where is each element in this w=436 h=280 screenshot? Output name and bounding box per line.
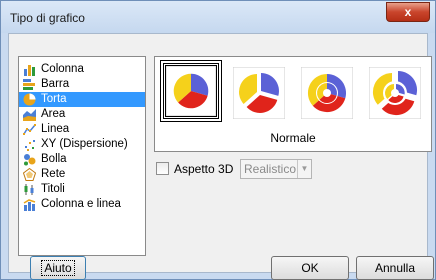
chart-type-list[interactable]: Colonna Barra Torta Area Linea XY (Dispe… (18, 56, 146, 256)
chart-type-label: Linea (41, 123, 70, 135)
chart-type-label: Titoli (41, 183, 65, 195)
chart-type-label: Colonna (41, 63, 84, 75)
chart-type-item-barra[interactable]: Barra (19, 77, 145, 92)
chart-type-label: XY (Dispersione) (41, 138, 128, 150)
chart-type-label: Area (41, 108, 66, 120)
area-chart-icon (23, 109, 36, 121)
chart-type-item-linea[interactable]: Linea (19, 122, 145, 137)
net-chart-icon (23, 168, 36, 181)
bubble-chart-icon (24, 154, 36, 166)
bar-chart-icon (23, 79, 35, 90)
pie-chart-icon (23, 93, 36, 106)
dialog-body: Colonna Barra Torta Area Linea XY (Dispe… (8, 33, 434, 280)
variant-name-label: Normale (270, 131, 316, 145)
chevron-down-icon[interactable]: ▼ (297, 160, 311, 178)
aspect-3d-label: Aspetto 3D (174, 162, 234, 176)
chart-type-label: Colonna e linea (41, 198, 121, 210)
chart-type-item-titoli[interactable]: Titoli (19, 182, 145, 197)
3d-look-value: Realistico (244, 162, 297, 176)
chart-type-item-rete[interactable]: Rete (19, 167, 145, 182)
chart-variant-panel: Normale (154, 56, 432, 152)
normal-pie-icon (165, 65, 217, 117)
cancel-button[interactable]: Annulla (356, 256, 434, 280)
chart-type-item-xy[interactable]: XY (Dispersione) (19, 137, 145, 152)
chart-type-item-colonna[interactable]: Colonna (19, 62, 145, 77)
chart-type-item-torta[interactable]: Torta (19, 92, 145, 107)
help-button-label: Aiuto (41, 260, 75, 276)
chart-type-label: Torta (41, 93, 67, 105)
exploded-pie-icon (232, 66, 286, 120)
chart-type-label: Rete (41, 168, 66, 180)
title-bar[interactable]: Tipo di grafico x (1, 1, 435, 33)
close-button[interactable]: x (386, 2, 430, 22)
variant-donut[interactable] (300, 66, 354, 120)
chart-type-label: Bolla (41, 153, 67, 165)
donut-icon (300, 66, 354, 120)
variant-exploded-donut[interactable] (368, 66, 422, 120)
aspect-3d-checkbox[interactable] (156, 162, 169, 175)
variant-exploded-pie[interactable] (232, 66, 286, 120)
scatter-chart-icon (25, 140, 35, 151)
variant-normal-pie[interactable] (160, 60, 222, 122)
chart-type-dialog: Tipo di grafico x Colonna Barra Torta Ar… (0, 0, 436, 280)
dialog-title: Tipo di grafico (10, 11, 85, 25)
column-line-chart-icon (23, 199, 36, 211)
exploded-donut-icon (368, 66, 422, 120)
help-button[interactable]: Aiuto (30, 256, 86, 280)
ok-button[interactable]: OK (271, 256, 349, 280)
chart-type-label: Barra (41, 78, 70, 90)
column-chart-icon (24, 65, 35, 76)
3d-look-select[interactable]: Realistico ▼ (240, 159, 312, 179)
line-chart-icon (23, 124, 36, 135)
chart-type-item-colonna-linea[interactable]: Colonna e linea (19, 197, 145, 212)
stock-chart-icon (24, 184, 34, 195)
chart-type-item-bolla[interactable]: Bolla (19, 152, 145, 167)
chart-type-item-area[interactable]: Area (19, 107, 145, 122)
